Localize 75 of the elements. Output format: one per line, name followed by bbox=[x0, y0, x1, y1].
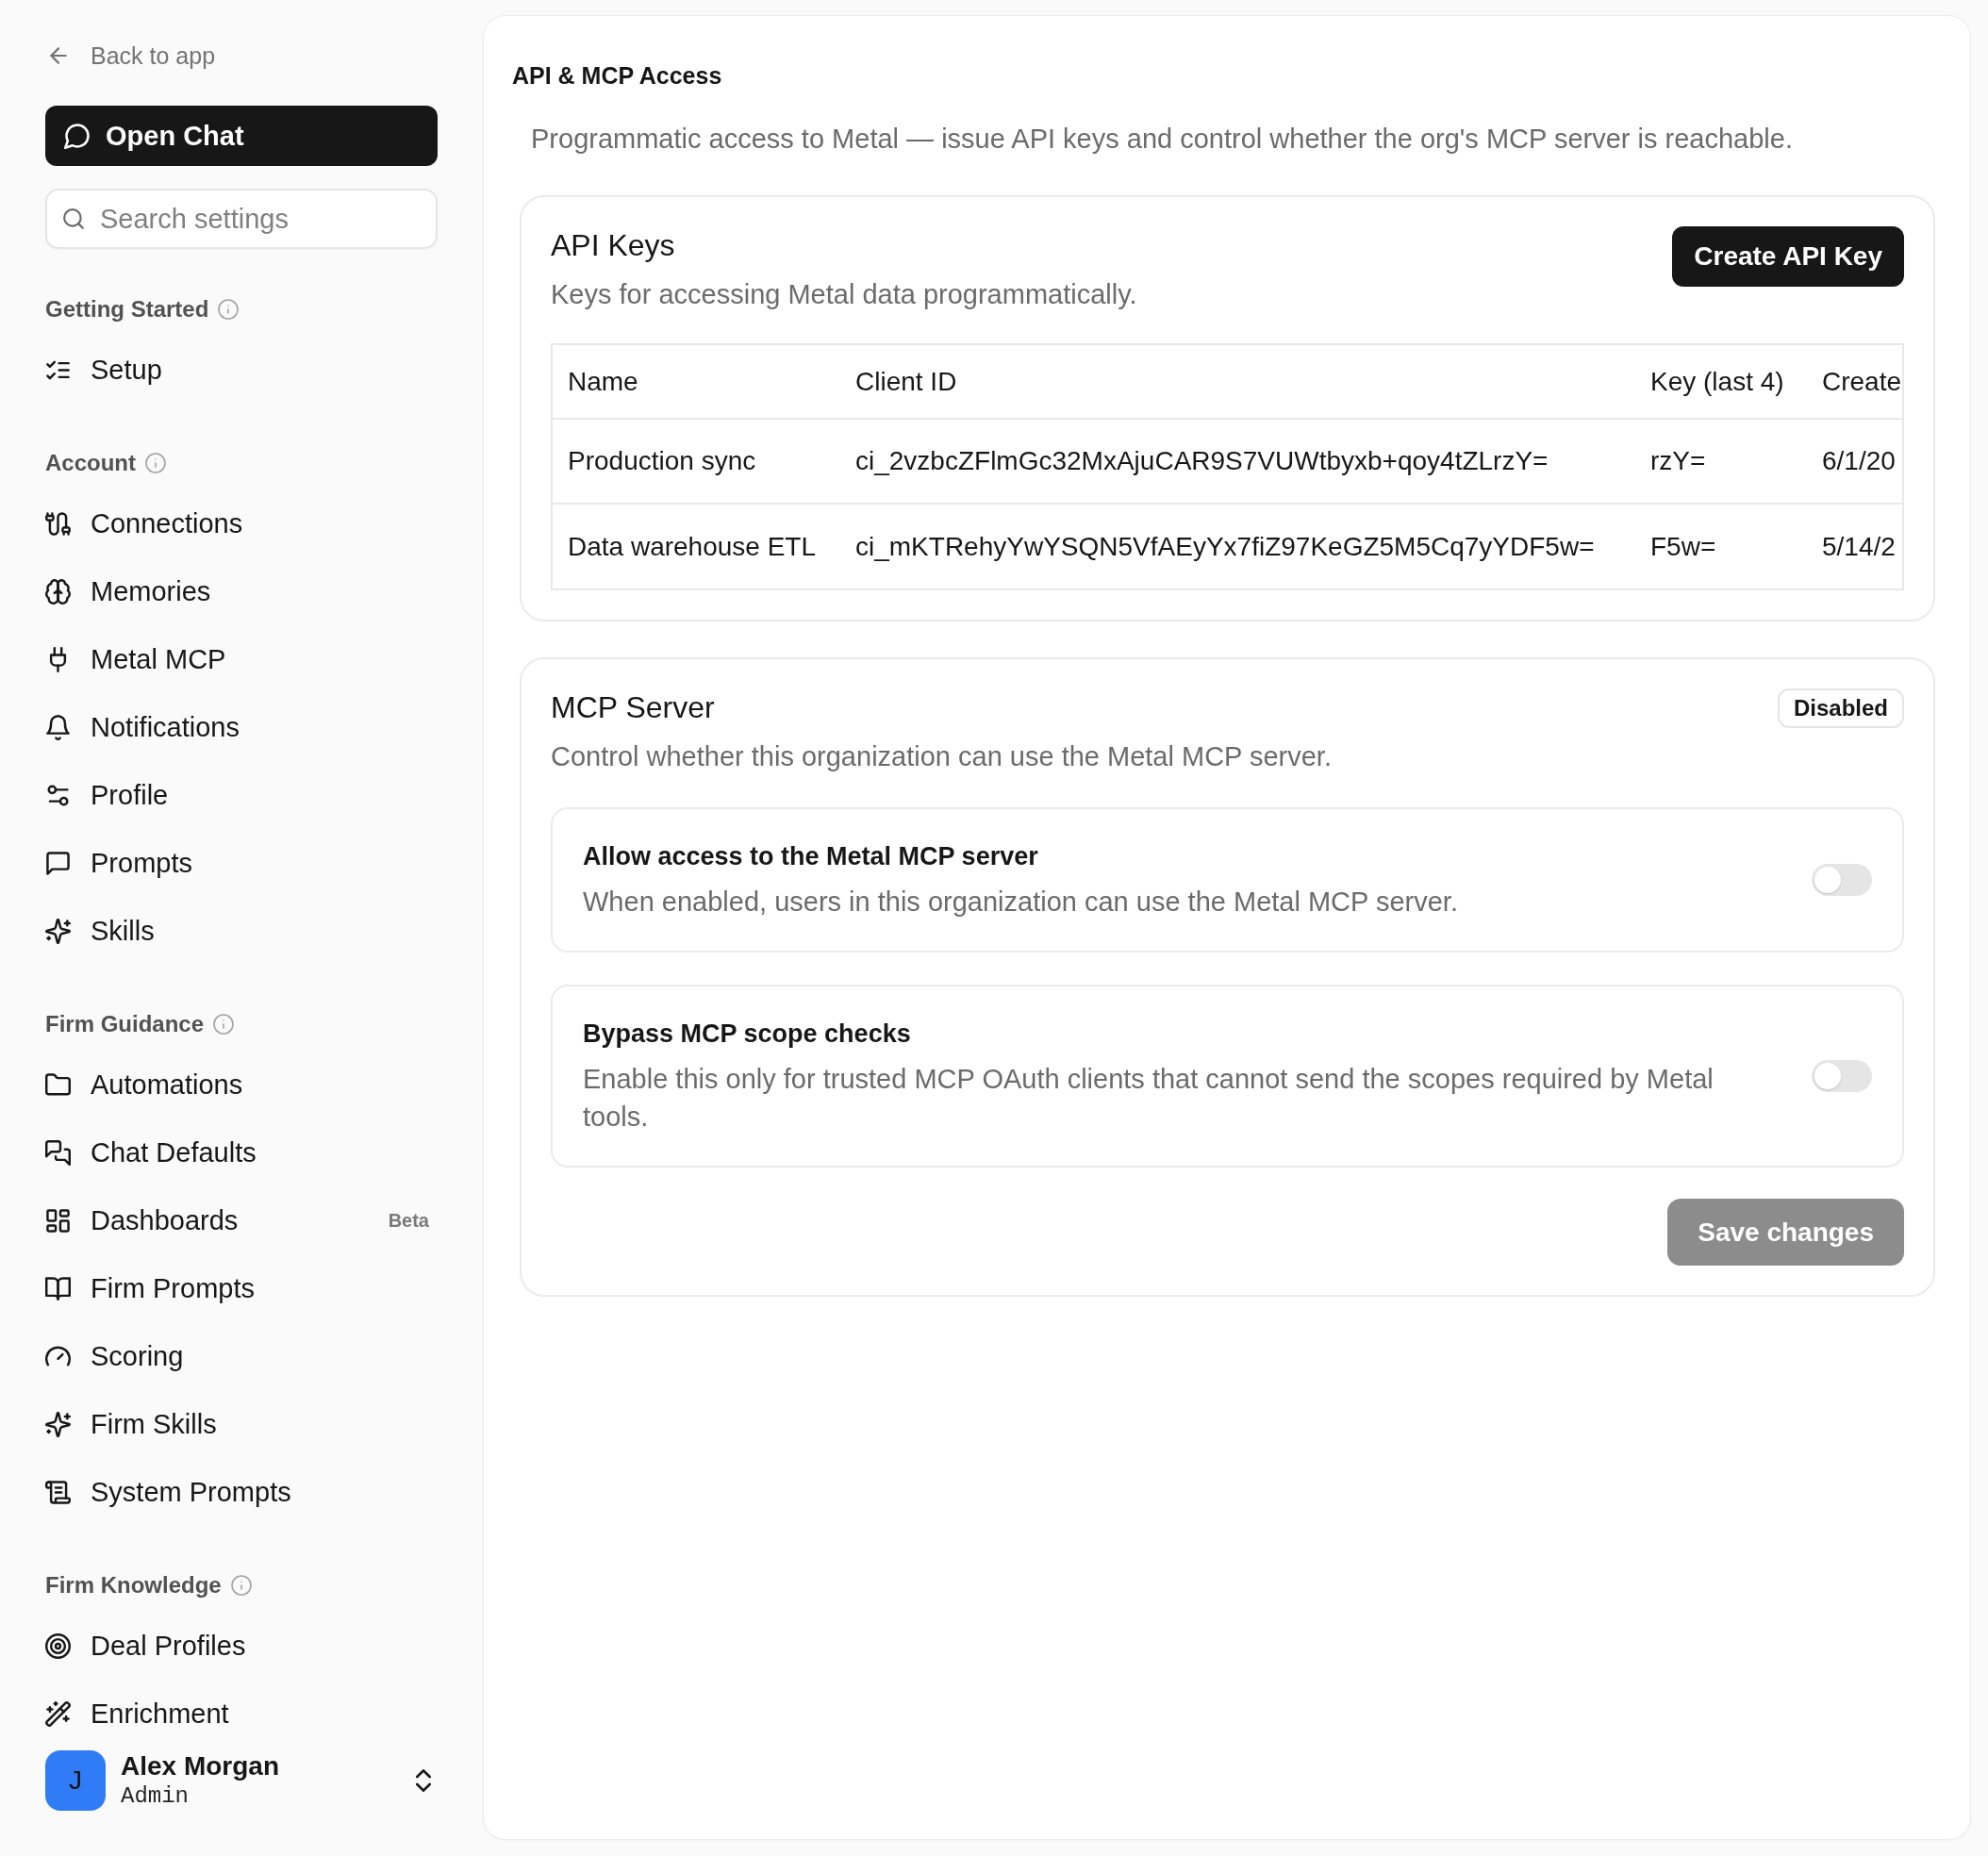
speech-bubble-icon bbox=[45, 850, 71, 876]
nav-item[interactable]: Prompts bbox=[45, 837, 438, 889]
section-description: Keys for accessing Metal data programmatically. bbox=[551, 278, 1137, 311]
page-description: Programmatic access to Metal — issue API keys and control whether the org's MCP server is reachable. bbox=[531, 123, 1794, 156]
book-icon bbox=[45, 1275, 71, 1301]
section-title: MCP Server bbox=[551, 689, 716, 726]
bell-icon bbox=[45, 714, 71, 740]
column-header: Name bbox=[553, 345, 839, 419]
table-cell: 6/1/20 bbox=[1811, 419, 1902, 504]
nav-item[interactable]: Connections bbox=[45, 497, 438, 550]
nav-item[interactable]: System Prompts bbox=[45, 1466, 438, 1518]
nav-item[interactable]: Chat Defaults bbox=[45, 1126, 438, 1179]
setting-description: Enable this only for trusted MCP OAuth clients that cannot send the scopes required by Metal tools. bbox=[583, 1063, 1715, 1134]
user-role: Admin bbox=[121, 1782, 190, 1811]
nav-item[interactable]: Metal MCP bbox=[45, 633, 438, 686]
toggle-switch[interactable] bbox=[1812, 1060, 1872, 1092]
column-header: Client ID bbox=[839, 345, 1634, 419]
folder-icon bbox=[45, 1071, 71, 1098]
target-icon bbox=[45, 1632, 71, 1659]
table-cell: F5w= bbox=[1634, 504, 1811, 588]
table-cell: rzY= bbox=[1634, 419, 1811, 504]
setting-title: Allow access to the Metal MCP server bbox=[583, 841, 1039, 872]
section-heading: Getting Started bbox=[45, 296, 209, 323]
status-badge: Disabled bbox=[1777, 688, 1904, 728]
search-icon bbox=[62, 207, 85, 230]
setting-title: Bypass MCP scope checks bbox=[583, 1019, 912, 1050]
nav-item[interactable]: Scoring bbox=[45, 1330, 438, 1383]
beta-label: Beta bbox=[388, 1209, 429, 1232]
info-icon bbox=[218, 299, 240, 320]
create-api-key-button[interactable]: Create API Key bbox=[1672, 226, 1904, 287]
nav-item[interactable]: Skills bbox=[45, 904, 438, 957]
back-link[interactable]: Back to app bbox=[45, 37, 216, 75]
table-cell: Production sync bbox=[553, 419, 839, 504]
table-cell: 5/14/2 bbox=[1811, 504, 1902, 588]
nav-item[interactable]: Enrichment bbox=[45, 1687, 438, 1740]
search-field[interactable]: Search settings bbox=[45, 189, 438, 249]
table-cell: ci_2vzbcZFlmGc32MxAjuCAR9S7VUWtbyxb+qoy4tZLrzY= bbox=[839, 419, 1634, 504]
cable-icon bbox=[45, 510, 71, 537]
chat-bubble-icon bbox=[64, 123, 91, 149]
nav-item[interactable]: Dashboards Beta bbox=[45, 1194, 438, 1247]
section-description: Control whether this organization can use the Metal MCP server. bbox=[551, 740, 1332, 773]
nav-item[interactable]: Firm Skills bbox=[45, 1398, 438, 1450]
scroll-icon bbox=[45, 1479, 71, 1505]
chat-bubbles-icon bbox=[45, 1139, 71, 1166]
nav-item[interactable]: Profile bbox=[45, 769, 438, 821]
table-cell: Data warehouse ETL bbox=[553, 504, 839, 588]
setting-description: When enabled, users in this organization can use the Metal MCP server. bbox=[583, 886, 1458, 919]
sparkles-icon bbox=[45, 918, 71, 944]
user-name: Alex Morgan bbox=[121, 1750, 280, 1782]
section-title: API Keys bbox=[551, 227, 676, 264]
nav-item[interactable]: Deal Profiles bbox=[45, 1619, 438, 1672]
section-heading: Account bbox=[45, 450, 136, 476]
nav-item[interactable]: Memories bbox=[45, 565, 438, 618]
sliders-icon bbox=[45, 782, 71, 808]
magic-wand-icon bbox=[45, 1700, 71, 1727]
toggle-switch[interactable] bbox=[1812, 864, 1872, 896]
nav-item[interactable]: Setup bbox=[45, 343, 438, 396]
brain-icon bbox=[45, 578, 71, 605]
info-icon bbox=[230, 1575, 252, 1596]
column-header: Create bbox=[1811, 345, 1902, 419]
avatar: J bbox=[45, 1750, 106, 1811]
page-title: API & MCP Access bbox=[512, 61, 723, 91]
section-heading: Firm Guidance bbox=[45, 1011, 205, 1037]
info-icon bbox=[213, 1014, 235, 1035]
section-heading: Firm Knowledge bbox=[45, 1572, 222, 1599]
nav-item[interactable]: Firm Prompts bbox=[45, 1262, 438, 1315]
nav-item[interactable]: Notifications bbox=[45, 701, 438, 754]
column-header: Key (last 4) bbox=[1634, 345, 1811, 419]
chevron-up-down-icon[interactable] bbox=[416, 1769, 431, 1792]
table-cell: ci_mKTRehyYwYSQN5VfAEyYx7fiZ97KeGZ5M5Cq7yYDF5w= bbox=[839, 504, 1634, 588]
info-icon bbox=[145, 453, 166, 473]
dashboard-icon bbox=[45, 1207, 71, 1234]
sparkles-icon bbox=[45, 1411, 71, 1437]
nav-item[interactable]: Automations bbox=[45, 1058, 438, 1111]
open-chat-button[interactable]: Open Chat bbox=[45, 106, 438, 166]
